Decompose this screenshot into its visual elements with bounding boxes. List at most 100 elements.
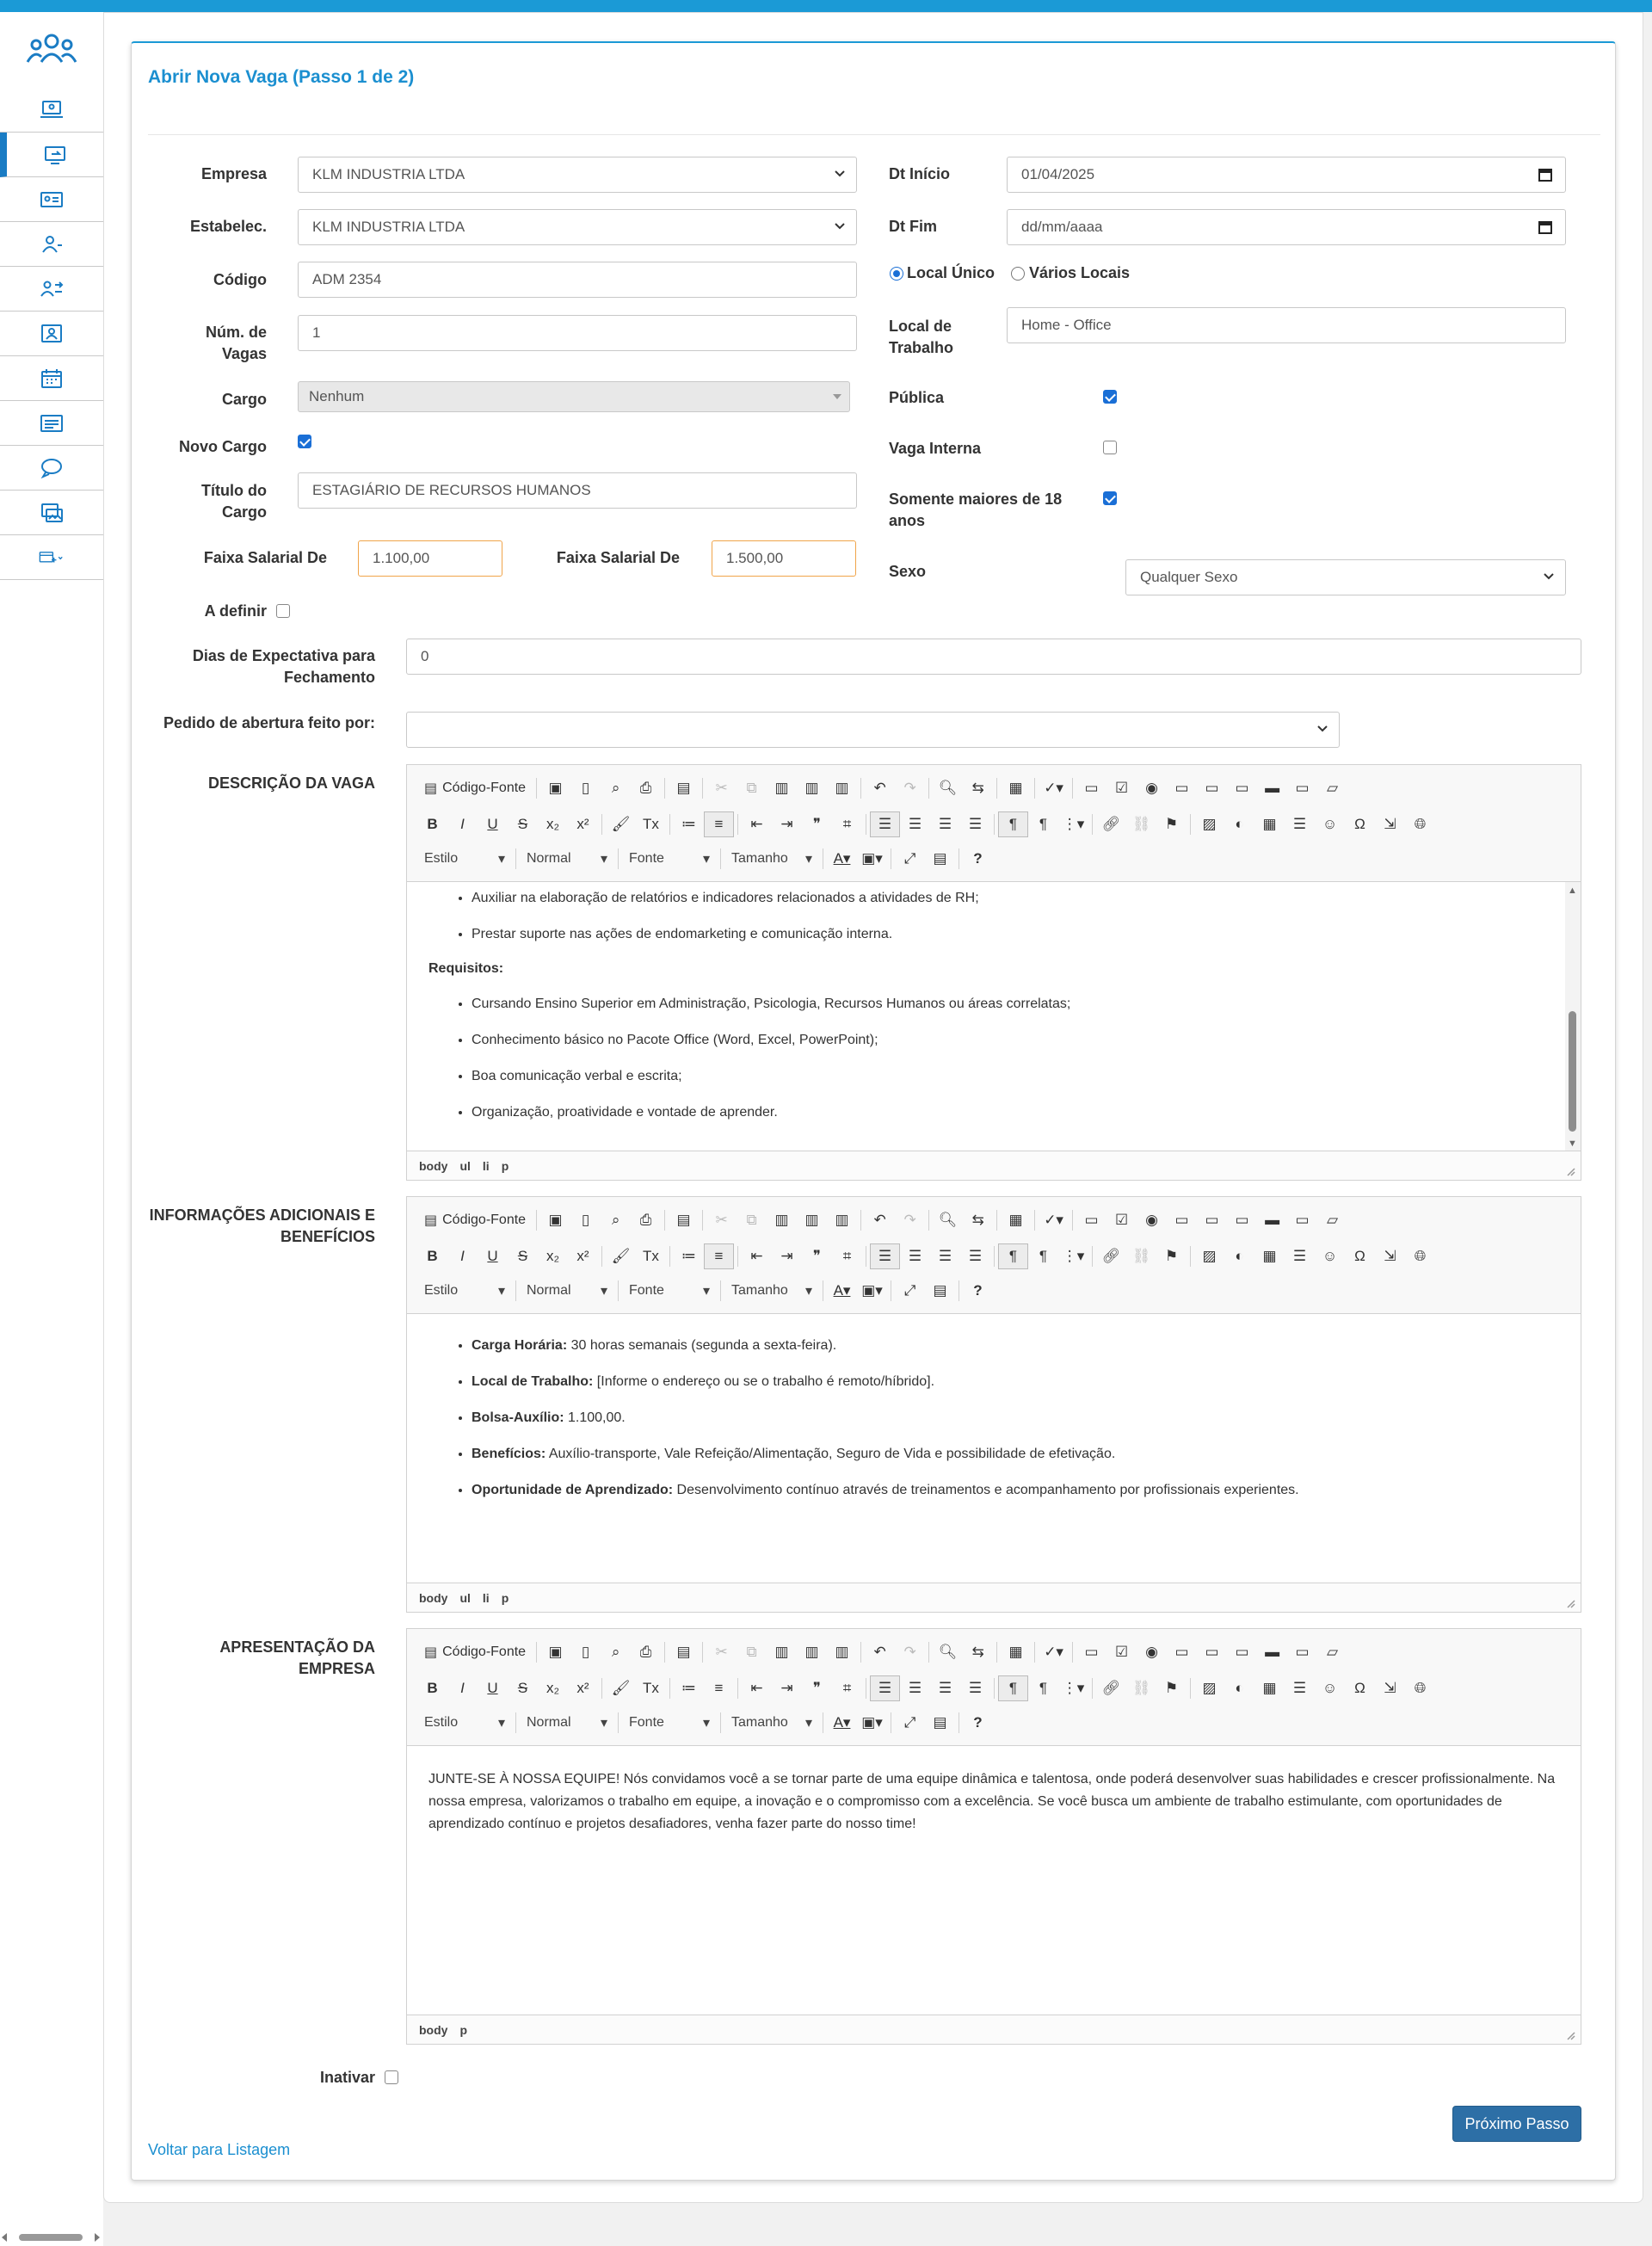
sidebar-item-11[interactable] bbox=[0, 535, 103, 580]
apresentacao-content[interactable]: JUNTE-SE À NOSSA EQUIPE! Nós convidamos … bbox=[407, 1746, 1581, 2015]
table-icon[interactable]: ▦ bbox=[1254, 1243, 1285, 1269]
checkbox-icon[interactable]: ☑ bbox=[1106, 1639, 1137, 1665]
align-right-icon[interactable]: ☰ bbox=[930, 811, 960, 837]
new-page-icon[interactable]: ▯ bbox=[570, 1639, 601, 1665]
faixa-ate-input[interactable]: 1.500,00 bbox=[712, 540, 856, 577]
sidebar-item-9[interactable] bbox=[0, 446, 103, 491]
radio-icon[interactable]: ◉ bbox=[1137, 775, 1167, 801]
align-center-icon[interactable]: ☰ bbox=[900, 1675, 930, 1701]
language-icon[interactable]: ⋮▾ bbox=[1058, 1675, 1088, 1701]
italic-icon[interactable]: I bbox=[447, 1243, 478, 1269]
show-blocks-icon[interactable]: ▤ bbox=[925, 1710, 955, 1736]
sidebar-item-2[interactable] bbox=[0, 133, 103, 177]
button-field-icon[interactable]: ▬ bbox=[1257, 1207, 1287, 1233]
radio-icon[interactable]: ◉ bbox=[1137, 1639, 1167, 1665]
radio-icon[interactable]: ◉ bbox=[1137, 1207, 1167, 1233]
numbered-list-icon[interactable]: ≔ bbox=[674, 1675, 704, 1701]
path-ul[interactable]: ul bbox=[459, 1159, 470, 1173]
ltr-icon[interactable]: ¶ bbox=[998, 1243, 1028, 1269]
vaga-interna-checkbox[interactable] bbox=[1103, 441, 1117, 454]
numbered-list-icon[interactable]: ≔ bbox=[674, 1243, 704, 1269]
resize-grip-icon[interactable] bbox=[1565, 1166, 1575, 1176]
textarea-icon[interactable]: ▭ bbox=[1197, 1639, 1227, 1665]
image-icon[interactable]: ▨ bbox=[1194, 1675, 1224, 1701]
spellcheck-icon[interactable]: ✓▾ bbox=[1039, 1639, 1069, 1665]
table-icon[interactable]: ▦ bbox=[1254, 1675, 1285, 1701]
image-button-icon[interactable]: ▭ bbox=[1287, 775, 1317, 801]
bg-color-icon[interactable]: ▣▾ bbox=[857, 1710, 887, 1736]
size-combo[interactable]: Tamanho ▾ bbox=[724, 1710, 819, 1736]
button-field-icon[interactable]: ▬ bbox=[1257, 1639, 1287, 1665]
paste-text-icon[interactable]: ▥ bbox=[797, 1639, 827, 1665]
text-field-icon[interactable]: ▭ bbox=[1167, 775, 1197, 801]
editor-scrollbar[interactable]: ▲ ▼ bbox=[1565, 882, 1581, 1151]
div-icon[interactable]: ⌗ bbox=[832, 811, 862, 837]
superscript-icon[interactable]: x² bbox=[568, 1243, 598, 1269]
save-icon[interactable]: ▣ bbox=[540, 775, 570, 801]
a-definir-checkbox[interactable] bbox=[276, 604, 290, 618]
estabelec-select[interactable]: KLM INDUSTRIA LTDA bbox=[298, 209, 857, 245]
scrollbar-thumb[interactable] bbox=[1569, 1011, 1576, 1132]
outdent-icon[interactable]: ⇤ bbox=[742, 1243, 772, 1269]
sidebar-item-4[interactable] bbox=[0, 222, 103, 267]
paste-icon[interactable]: ▥ bbox=[767, 1639, 797, 1665]
scroll-down-icon[interactable]: ▼ bbox=[1568, 1138, 1577, 1149]
text-field-icon[interactable]: ▭ bbox=[1167, 1207, 1197, 1233]
sidebar-item-3[interactable] bbox=[0, 177, 103, 222]
sidebar-item-7[interactable] bbox=[0, 356, 103, 401]
dt-inicio-input[interactable]: 01/04/2025 bbox=[1007, 157, 1566, 193]
style-combo[interactable]: Estilo ▾ bbox=[417, 846, 512, 872]
print-icon[interactable]: ⎙ bbox=[631, 1639, 661, 1665]
path-p[interactable]: p bbox=[502, 1591, 509, 1605]
outdent-icon[interactable]: ⇤ bbox=[742, 1675, 772, 1701]
underline-icon[interactable]: U bbox=[478, 1675, 508, 1701]
sidebar-item-5[interactable] bbox=[0, 267, 103, 312]
help-icon[interactable]: ? bbox=[963, 846, 993, 872]
checkbox-icon[interactable]: ☑ bbox=[1106, 775, 1137, 801]
ltr-icon[interactable]: ¶ bbox=[998, 1675, 1028, 1701]
page-break-icon[interactable]: ⇲ bbox=[1375, 1243, 1405, 1269]
save-icon[interactable]: ▣ bbox=[540, 1639, 570, 1665]
undo-icon[interactable]: ↶ bbox=[865, 1207, 895, 1233]
select-all-icon[interactable]: ▦ bbox=[1001, 1207, 1031, 1233]
copy-format-icon[interactable]: 🖌︎ bbox=[606, 811, 636, 837]
bold-icon[interactable]: B bbox=[417, 811, 447, 837]
size-combo[interactable]: Tamanho ▾ bbox=[724, 846, 819, 872]
remove-format-icon[interactable]: Tx bbox=[636, 1675, 666, 1701]
copy-icon[interactable]: ⧉ bbox=[737, 1639, 767, 1665]
bulleted-list-icon[interactable]: ≡ bbox=[704, 1243, 734, 1269]
form-icon[interactable]: ▭ bbox=[1076, 775, 1106, 801]
paste-word-icon[interactable]: ▥ bbox=[827, 1639, 857, 1665]
horizontal-line-icon[interactable]: ☰ bbox=[1285, 1675, 1315, 1701]
local-unico-radio[interactable] bbox=[890, 267, 903, 281]
font-combo[interactable]: Fonte ▾ bbox=[622, 1278, 717, 1304]
style-combo[interactable]: Estilo ▾ bbox=[417, 1710, 512, 1736]
select-field-icon[interactable]: ▭ bbox=[1227, 775, 1257, 801]
special-char-icon[interactable]: Ω bbox=[1345, 1243, 1375, 1269]
select-all-icon[interactable]: ▦ bbox=[1001, 775, 1031, 801]
font-combo[interactable]: Fonte ▾ bbox=[622, 1710, 717, 1736]
hidden-field-icon[interactable]: ▱ bbox=[1317, 775, 1347, 801]
replace-icon[interactable]: ⇆ bbox=[963, 1207, 993, 1233]
info-content[interactable]: Carga Horária: 30 horas semanais (segund… bbox=[407, 1314, 1581, 1583]
div-icon[interactable]: ⌗ bbox=[832, 1675, 862, 1701]
anchor-icon[interactable]: ⚑ bbox=[1156, 811, 1187, 837]
select-all-icon[interactable]: ▦ bbox=[1001, 1639, 1031, 1665]
format-combo[interactable]: Normal ▾ bbox=[520, 1278, 614, 1304]
image-button-icon[interactable]: ▭ bbox=[1287, 1639, 1317, 1665]
source-button[interactable]: ▤ Código-Fonte bbox=[417, 1212, 533, 1229]
language-icon[interactable]: ⋮▾ bbox=[1058, 1243, 1088, 1269]
horizontal-scrollbar[interactable] bbox=[0, 2229, 103, 2246]
cut-icon[interactable]: ✂ bbox=[706, 1207, 737, 1233]
bg-color-icon[interactable]: ▣▾ bbox=[857, 846, 887, 872]
bulleted-list-icon[interactable]: ≡ bbox=[704, 1675, 734, 1701]
textarea-icon[interactable]: ▭ bbox=[1197, 775, 1227, 801]
flash-icon[interactable]: ◐ bbox=[1224, 1675, 1254, 1701]
remove-format-icon[interactable]: Tx bbox=[636, 1243, 666, 1269]
flash-icon[interactable]: ◐ bbox=[1224, 1243, 1254, 1269]
text-color-icon[interactable]: A▾ bbox=[827, 1710, 857, 1736]
link-icon[interactable]: 🔗︎ bbox=[1096, 1243, 1126, 1269]
source-button[interactable]: ▤ Código-Fonte bbox=[417, 780, 533, 797]
smiley-icon[interactable]: ☺ bbox=[1315, 1675, 1345, 1701]
maximize-icon[interactable]: ⤢ bbox=[895, 846, 925, 872]
